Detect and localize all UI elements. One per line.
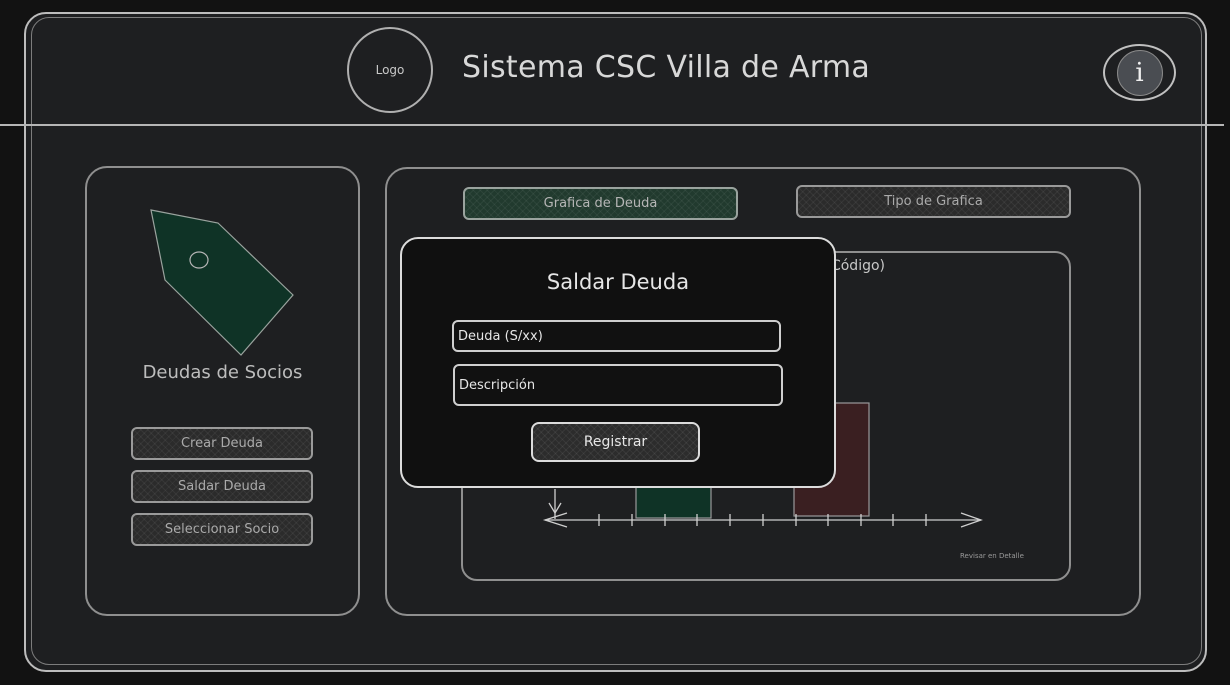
- logo: Logo: [347, 27, 433, 113]
- review-detail-link[interactable]: Revisar en Detalle: [960, 552, 1024, 560]
- description-input[interactable]: Descripción: [453, 364, 783, 406]
- header-divider: [0, 124, 1224, 126]
- logo-label: Logo: [375, 63, 405, 77]
- modal-title: Saldar Deuda: [546, 270, 690, 294]
- register-button[interactable]: Registrar: [531, 422, 700, 462]
- info-icon[interactable]: i: [1103, 44, 1176, 101]
- select-member-button[interactable]: Seleccionar Socio: [131, 513, 313, 546]
- app-title: Sistema CSC Villa de Arma: [462, 50, 871, 85]
- sidebar-title: Deudas de Socios: [142, 362, 303, 383]
- settle-debt-button[interactable]: Saldar Deuda: [131, 470, 313, 503]
- debt-amount-input[interactable]: Deuda (S/xx): [452, 320, 781, 352]
- info-icon-glyph: i: [1116, 49, 1163, 96]
- debt-chart-button[interactable]: Grafica de Deuda: [463, 187, 738, 220]
- tag-icon: [150, 209, 294, 356]
- chart-type-button[interactable]: Tipo de Grafica: [796, 185, 1071, 218]
- create-debt-button[interactable]: Crear Deuda: [131, 427, 313, 460]
